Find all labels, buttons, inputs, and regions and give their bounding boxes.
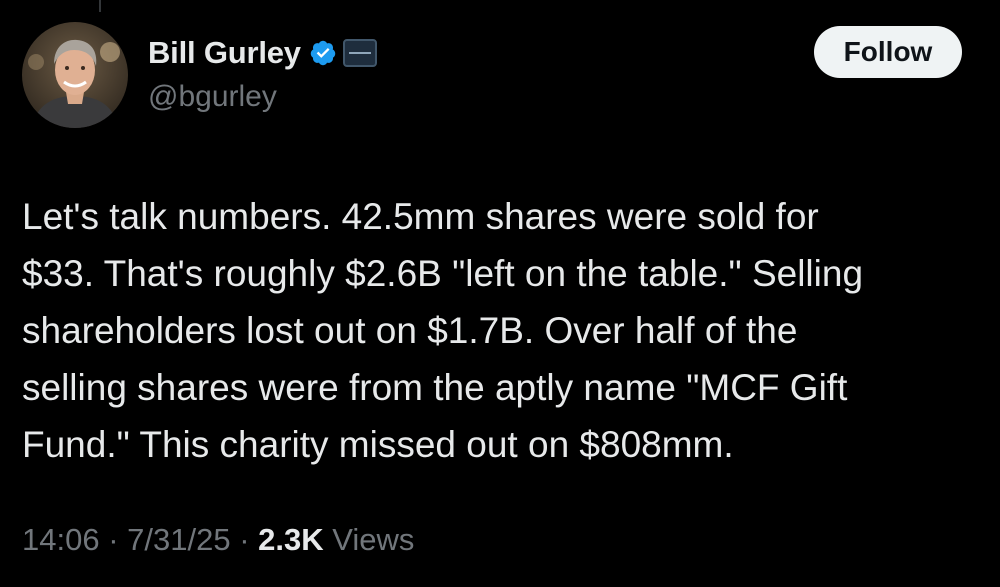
tweet-text: Let's talk numbers. 42.5mm shares were s…	[22, 188, 982, 473]
tweet-time[interactable]: 14:06	[22, 522, 100, 557]
author-name-row: Bill Gurley	[148, 32, 377, 74]
tweet-text-line: Fund." This charity missed out on $808mm…	[22, 424, 734, 465]
author-display-name[interactable]: Bill Gurley	[148, 35, 301, 71]
views-count: 2.3K	[258, 522, 324, 557]
views-label: Views	[323, 522, 415, 557]
meta-separator: ·	[230, 522, 259, 557]
tweet-meta: 14:06 · 7/31/25 · 2.3K Views	[22, 522, 414, 558]
avatar-image	[22, 22, 128, 128]
tweet-text-line: Let's talk numbers. 42.5mm shares were s…	[22, 196, 819, 237]
author-handle[interactable]: @bgurley	[148, 80, 277, 114]
thread-connector-line	[99, 0, 101, 12]
avatar[interactable]	[22, 22, 128, 128]
tweet-text-line: $33. That's roughly $2.6B "left on the t…	[22, 253, 864, 294]
tweet-text-line: shareholders lost out on $1.7B. Over hal…	[22, 310, 798, 351]
tweet-text-line: selling shares were from the aptly name …	[22, 367, 848, 408]
tweet-date[interactable]: 7/31/25	[127, 522, 230, 557]
benchmark-logo-icon[interactable]	[342, 39, 377, 67]
follow-button[interactable]: Follow	[814, 26, 962, 78]
meta-separator: ·	[99, 522, 128, 557]
verified-badge-icon[interactable]	[309, 39, 337, 67]
